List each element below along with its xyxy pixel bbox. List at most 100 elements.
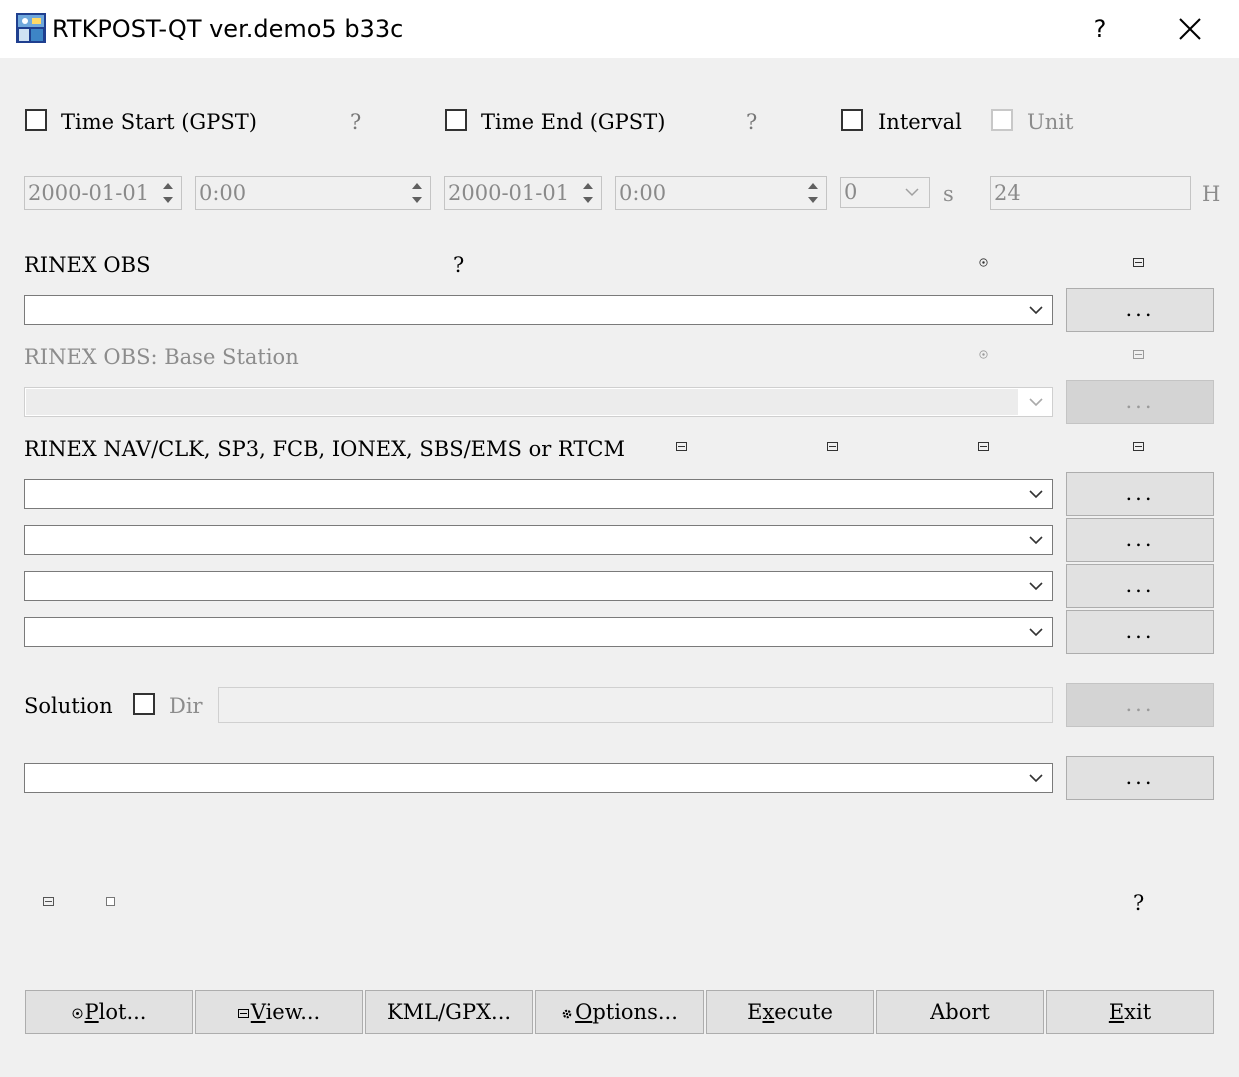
end-date-spinner[interactable]	[577, 179, 599, 207]
solution-dir-browse-button[interactable]: ...	[1066, 683, 1214, 727]
rinex-nav-browse-button-1[interactable]: ...	[1066, 472, 1214, 516]
title-bar: RTKPOST-QT ver.demo5 b33c ?	[0, 0, 1239, 58]
plot-button-label: lot...	[98, 1000, 147, 1024]
start-time-spinner[interactable]	[406, 179, 428, 207]
chevron-down-icon[interactable]	[1028, 772, 1044, 784]
spin-up-icon[interactable]	[808, 183, 818, 189]
rinex-obs-base-browse-button[interactable]: ...	[1066, 380, 1214, 424]
end-date-value: 2000-01-01	[448, 181, 570, 205]
view-button[interactable]: View...	[195, 990, 363, 1034]
view-file-icon[interactable]	[978, 442, 989, 451]
time-start-help[interactable]: ?	[350, 108, 361, 136]
rinex-obs-help[interactable]: ?	[453, 251, 464, 279]
plot-icon[interactable]	[978, 350, 989, 359]
close-icon[interactable]	[1168, 10, 1212, 48]
help-button[interactable]: ?	[1078, 10, 1122, 48]
chevron-down-icon[interactable]	[905, 188, 919, 197]
time-start-checkbox[interactable]	[25, 109, 47, 131]
kml-gpx-button-label: KML/GPX...	[386, 1000, 512, 1024]
chevron-down-icon[interactable]	[1028, 580, 1044, 592]
solution-dir-label: Dir	[169, 694, 203, 718]
rinex-obs-rover-browse-button[interactable]: ...	[1066, 288, 1214, 332]
options-button-label: ptions...	[592, 1000, 678, 1024]
execute-button[interactable]: Execute	[706, 990, 874, 1034]
output-file-combo[interactable]	[24, 763, 1053, 793]
unit-label: Unit	[1027, 110, 1074, 134]
rinex-nav-combo-3[interactable]	[24, 571, 1053, 601]
execute-button-mnemonic: x	[762, 1000, 775, 1024]
rtkpost-window: RTKPOST-QT ver.demo5 b33c ? Time Start (…	[0, 0, 1239, 1077]
abort-button-label: Abort	[930, 1000, 990, 1024]
end-time-value: 0:00	[619, 181, 667, 205]
spin-down-icon[interactable]	[412, 197, 422, 203]
chevron-down-icon[interactable]	[1028, 304, 1044, 316]
spin-up-icon[interactable]	[412, 183, 422, 189]
chevron-down-icon[interactable]	[1028, 488, 1044, 500]
start-time-value: 0:00	[199, 181, 247, 205]
rinex-obs-rover-combo[interactable]	[24, 295, 1053, 325]
rinex-nav-combo-2[interactable]	[24, 525, 1053, 555]
end-date-field[interactable]: 2000-01-01	[444, 176, 602, 210]
time-start-label: Time Start (GPST)	[61, 110, 257, 134]
spin-up-icon[interactable]	[583, 183, 593, 189]
chevron-down-icon[interactable]	[1028, 396, 1044, 408]
view-file-icon[interactable]	[43, 897, 54, 906]
interval-value: 0	[844, 180, 858, 204]
rinex-nav-browse-button-3[interactable]: ...	[1066, 564, 1214, 608]
chevron-down-icon[interactable]	[1028, 626, 1044, 638]
execute-button-prefix: E	[747, 1000, 763, 1024]
plot-button[interactable]: Plot...	[25, 990, 193, 1034]
status-help[interactable]: ?	[1133, 889, 1144, 917]
time-end-help[interactable]: ?	[746, 108, 757, 136]
view-file-icon[interactable]	[1133, 258, 1144, 267]
solution-dir-field[interactable]	[218, 687, 1053, 723]
options-button[interactable]: Options...	[535, 990, 704, 1034]
rinex-nav-browse-button-4[interactable]: ...	[1066, 610, 1214, 654]
kml-gpx-button[interactable]: KML/GPX...	[365, 990, 533, 1034]
gear-icon	[562, 1009, 572, 1018]
time-end-checkbox[interactable]	[445, 109, 467, 131]
rinex-nav-label: RINEX NAV/CLK, SP3, FCB, IONEX, SBS/EMS …	[24, 437, 625, 461]
execute-button-label: ecute	[774, 1000, 833, 1024]
abort-button[interactable]: Abort	[876, 990, 1044, 1034]
view-file-icon[interactable]	[827, 442, 838, 451]
unit-suffix: H	[1202, 182, 1221, 206]
view-file-icon	[237, 1009, 249, 1018]
plot-icon[interactable]	[978, 258, 989, 267]
start-date-field[interactable]: 2000-01-01	[24, 176, 182, 210]
exit-button-label: xit	[1124, 1000, 1152, 1024]
spin-up-icon[interactable]	[163, 183, 173, 189]
interval-unit-suffix: s	[943, 182, 954, 206]
chevron-down-icon[interactable]	[1028, 534, 1044, 546]
solution-label: Solution	[24, 694, 113, 718]
solution-dir-checkbox[interactable]	[133, 693, 155, 715]
spin-down-icon[interactable]	[163, 197, 173, 203]
view-file-icon[interactable]	[676, 442, 687, 451]
rinex-obs-label: RINEX OBS	[24, 253, 151, 277]
rinex-obs-base-combo[interactable]	[24, 387, 1053, 417]
unit-value-field[interactable]: 24	[990, 176, 1191, 210]
stop-icon[interactable]	[106, 897, 115, 906]
interval-checkbox[interactable]	[841, 109, 863, 131]
unit-checkbox[interactable]	[991, 109, 1013, 131]
start-time-field[interactable]: 0:00	[195, 176, 431, 210]
end-time-spinner[interactable]	[802, 179, 824, 207]
end-time-field[interactable]: 0:00	[615, 176, 827, 210]
exit-button[interactable]: Exit	[1046, 990, 1214, 1034]
view-button-mnemonic: V	[250, 1000, 266, 1024]
output-file-browse-button[interactable]: ...	[1066, 756, 1214, 800]
view-file-icon[interactable]	[1133, 442, 1144, 451]
start-date-spinner[interactable]	[157, 179, 179, 207]
app-icon	[16, 13, 46, 43]
start-date-value: 2000-01-01	[28, 181, 150, 205]
interval-select[interactable]: 0	[840, 177, 930, 208]
options-button-mnemonic: O	[575, 1000, 593, 1024]
view-file-icon[interactable]	[1133, 350, 1144, 359]
interval-label: Interval	[878, 110, 962, 134]
plot-icon	[72, 1008, 83, 1019]
spin-down-icon[interactable]	[583, 197, 593, 203]
rinex-nav-combo-1[interactable]	[24, 479, 1053, 509]
rinex-nav-combo-4[interactable]	[24, 617, 1053, 647]
spin-down-icon[interactable]	[808, 197, 818, 203]
rinex-nav-browse-button-2[interactable]: ...	[1066, 518, 1214, 562]
